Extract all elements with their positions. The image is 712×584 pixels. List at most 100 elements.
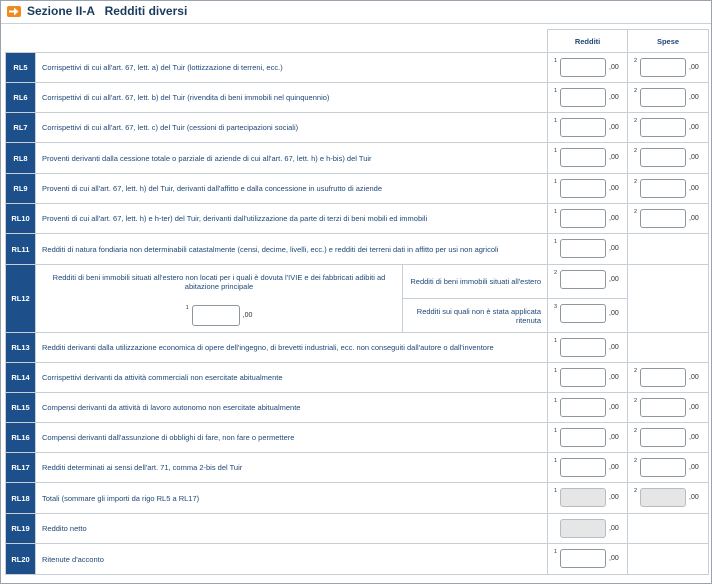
decimal-suffix: ,00 (689, 404, 699, 411)
field-number: 1 (554, 398, 558, 404)
decimal-suffix: ,00 (689, 64, 699, 71)
amount-input (640, 488, 687, 507)
field-number: 2 (634, 58, 638, 64)
amount-input[interactable] (640, 118, 687, 137)
amount-input[interactable] (560, 458, 607, 477)
amount-cell: 2,00 (627, 392, 710, 423)
field-number: 2 (634, 458, 638, 464)
field-number: 1 (554, 368, 558, 374)
decimal-suffix: ,00 (689, 124, 699, 131)
table-row: RL13 Redditi derivanti dalla utilizzazion… (5, 332, 710, 363)
amount-input[interactable] (560, 179, 607, 198)
row-code: RL9 (5, 173, 36, 204)
row-description: Corrispettivi derivanti da attività comm… (34, 362, 549, 393)
amount-cell: ,00 (547, 513, 629, 544)
row-description: Redditi determinati ai sensi dell'art. 7… (34, 452, 549, 483)
amount-cell: 1,00 (547, 52, 629, 83)
section-name: Redditi diversi (104, 4, 188, 18)
field-number: 2 (554, 270, 558, 276)
table-row: RL20 Ritenute d'acconto 1,00 (5, 543, 710, 575)
row-description: Corrispettivi di cui all'art. 67, lett. … (34, 112, 549, 143)
field-number: 1 (554, 148, 558, 154)
decimal-suffix: ,00 (689, 215, 699, 222)
table-row: RL19 Reddito netto ,00 (5, 513, 710, 544)
row-code: RL8 (5, 142, 36, 174)
decimal-suffix: ,00 (609, 310, 619, 317)
decimal-suffix: ,00 (609, 276, 619, 283)
amount-input[interactable] (560, 549, 607, 568)
redditi-diversi-table: Redditi Spese RL5 Corrispettivi di cui all'… (5, 29, 710, 575)
row-code: RL17 (5, 452, 36, 483)
rl12-left-description: Redditi di beni immobili situati all'est… (35, 264, 403, 299)
amount-input[interactable] (560, 398, 607, 417)
amount-input[interactable] (640, 58, 687, 77)
decimal-suffix: ,00 (689, 434, 699, 441)
amount-input[interactable] (191, 304, 240, 326)
section-title: Sezione II-A Redditi diversi (27, 4, 187, 18)
decimal-suffix: ,00 (689, 94, 699, 101)
amount-input[interactable] (560, 209, 607, 228)
amount-cell: 1,00 (547, 142, 629, 174)
amount-input[interactable] (560, 338, 607, 357)
amount-cell: 2,00 (627, 173, 710, 204)
row-code: RL19 (5, 513, 36, 544)
amount-input[interactable] (560, 270, 607, 289)
row-code: RL16 (5, 422, 36, 453)
amount-input[interactable] (560, 88, 607, 107)
row-code: RL20 (5, 543, 36, 575)
amount-input[interactable] (640, 428, 687, 447)
field-number: 2 (634, 148, 638, 154)
table-row: 1,00 Redditi sui quali non è stata applic… (6, 298, 709, 333)
amount-cell: 1,00 (547, 173, 629, 204)
row-code: RL13 (5, 332, 36, 363)
field-number: 1 (554, 338, 558, 344)
row-description: Totali (sommare gli importi da rigo RL5 … (34, 482, 549, 514)
decimal-suffix: ,00 (609, 64, 619, 71)
amount-input[interactable] (560, 118, 607, 137)
decimal-suffix: ,00 (609, 154, 619, 161)
amount-input[interactable] (560, 239, 607, 258)
amount-cell: 1,00 (547, 392, 629, 423)
amount-cell: 1,00 (547, 82, 629, 113)
decimal-suffix: ,00 (689, 464, 699, 471)
row-description: Ritenute d'acconto (34, 543, 549, 575)
amount-input[interactable] (640, 398, 687, 417)
amount-cell: 2,00 (627, 203, 710, 234)
amount-input[interactable] (560, 368, 607, 387)
form-frame: Sezione II-A Redditi diversi Redditi Spes… (0, 0, 712, 584)
amount-input[interactable] (640, 179, 687, 198)
column-header-row: Redditi Spese (5, 29, 710, 53)
table-row: RL12 Redditi di beni immobili situati all… (5, 264, 710, 333)
amount-input[interactable] (560, 428, 607, 447)
amount-input[interactable] (640, 458, 687, 477)
col-spese: Spese (627, 29, 710, 53)
amount-input[interactable] (560, 58, 607, 77)
row-code: RL12 (5, 264, 36, 333)
field-number: 2 (634, 118, 638, 124)
row-description: Corrispettivi di cui all'art. 67, lett. … (34, 52, 549, 83)
empty-cell (627, 264, 710, 333)
amount-cell: 1,00 (547, 482, 629, 514)
amount-input (560, 519, 607, 538)
field-number: 1 (554, 118, 558, 124)
amount-input[interactable] (560, 304, 607, 323)
amount-input[interactable] (640, 148, 687, 167)
field-number: 3 (554, 304, 558, 310)
rl12-right-description-b: Redditi sui quali non è stata applicata … (401, 298, 549, 333)
table-row: RL8 Proventi derivanti dalla cessione tot… (5, 142, 710, 174)
amount-input[interactable] (640, 368, 687, 387)
row-description: Proventi di cui all'art. 67, lett. h) e … (34, 203, 549, 234)
amount-input[interactable] (640, 88, 687, 107)
amount-input[interactable] (560, 148, 607, 167)
amount-cell: 2,00 (627, 452, 710, 483)
decimal-suffix: ,00 (689, 154, 699, 161)
table-row: RL5 Corrispettivi di cui all'art. 67, let… (5, 52, 710, 83)
table-row: RL11 Redditi di natura fondiaria non dete… (5, 233, 710, 265)
amount-input[interactable] (640, 209, 687, 228)
amount-cell: 2,00 (627, 52, 710, 83)
amount-input (560, 488, 607, 507)
row-description: Proventi derivanti dalla cessione totale… (34, 142, 549, 174)
decimal-suffix: ,00 (609, 464, 619, 471)
row-description: Compensi derivanti dall'assunzione di ob… (34, 422, 549, 453)
table-row: RL10 Proventi di cui all'art. 67, lett. h… (5, 203, 710, 234)
